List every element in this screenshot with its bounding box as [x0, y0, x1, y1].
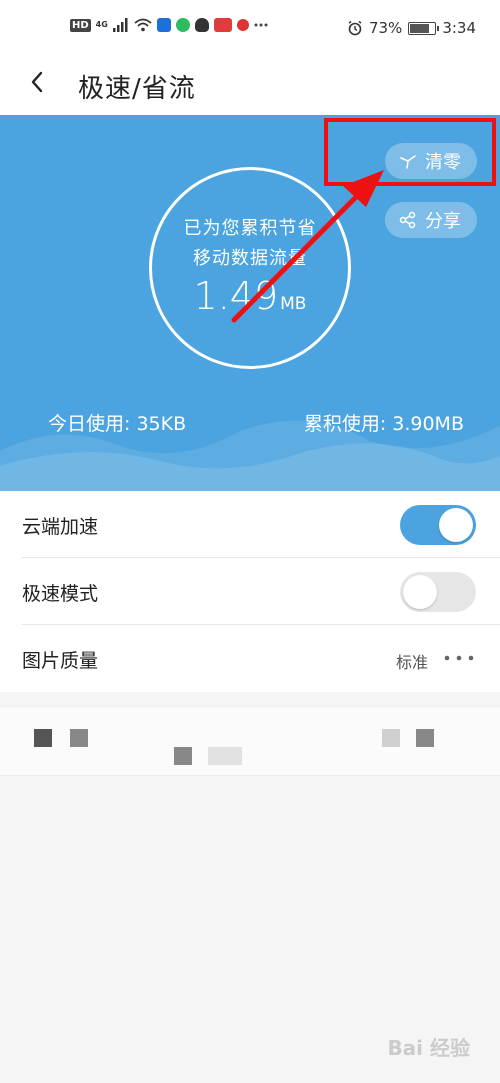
alarm-icon: [348, 20, 362, 36]
qq-icon: [194, 18, 209, 32]
back-arrow-icon[interactable]: [26, 70, 50, 94]
more-dots-icon[interactable]: [444, 655, 474, 661]
pixel-block: [174, 747, 192, 765]
savings-caption-1: 已为您累积节省: [183, 218, 317, 239]
speed-mode-label: 极速模式: [22, 583, 99, 605]
hd-badge: HD: [70, 18, 91, 32]
savings-amount: 1.49 MB: [152, 274, 348, 318]
settings-list: 云端加速 极速模式 图片质量 标准: [0, 491, 500, 692]
status-bar: HD 4G 73% 3:34: [0, 0, 500, 58]
app-play-icon: [175, 18, 190, 32]
clock: 3:34: [442, 19, 476, 37]
cloud-accel-toggle[interactable]: [400, 505, 476, 545]
page-title: 极速/省流: [78, 74, 196, 104]
savings-circle: 已为您累积节省 移动数据流量 1.49 MB: [149, 167, 351, 369]
setting-speed-mode: 极速模式: [22, 558, 500, 625]
app-header: 极速/省流: [0, 58, 500, 115]
share-button[interactable]: 分享: [385, 202, 477, 238]
pixel-block: [70, 729, 88, 747]
app-red-icon: [213, 18, 232, 32]
toggle-knob: [439, 508, 473, 542]
status-icons-right: 73% 3:34: [347, 19, 476, 37]
app-shield-icon: [156, 18, 171, 32]
speed-mode-toggle[interactable]: [400, 572, 476, 612]
more-notifications-icon: [254, 23, 268, 27]
setting-cloud-accel: 云端加速: [22, 491, 500, 558]
share-label: 分享: [425, 211, 461, 232]
network-type: 4G: [95, 20, 108, 29]
watermark: Bai 经验: [387, 1036, 470, 1060]
share-icon: [399, 211, 416, 229]
today-usage: 今日使用: 35KB: [48, 413, 187, 435]
total-usage: 累积使用: 3.90MB: [303, 413, 464, 435]
battery-percent: 73%: [368, 19, 403, 37]
image-quality-value: 标准: [395, 653, 428, 672]
image-quality-label: 图片质量: [22, 650, 99, 672]
pixel-block: [416, 729, 434, 747]
obscured-row: [0, 706, 500, 776]
pixel-block: [208, 747, 242, 765]
annotation-highlight-box: [324, 118, 496, 186]
pixel-block: [34, 729, 52, 747]
savings-unit: MB: [280, 294, 307, 314]
setting-image-quality[interactable]: 图片质量 标准: [22, 625, 500, 692]
battery-icon: [408, 21, 440, 35]
toggle-knob: [403, 575, 437, 609]
cloud-accel-label: 云端加速: [22, 516, 99, 538]
savings-caption-2: 移动数据流量: [193, 248, 307, 269]
status-icons-left: HD 4G: [70, 18, 268, 32]
app-ball-icon: [236, 19, 249, 31]
pixel-block: [382, 729, 400, 747]
wifi-icon: [134, 18, 152, 32]
savings-value: 1.49: [193, 274, 279, 318]
signal-icon: [112, 18, 128, 32]
